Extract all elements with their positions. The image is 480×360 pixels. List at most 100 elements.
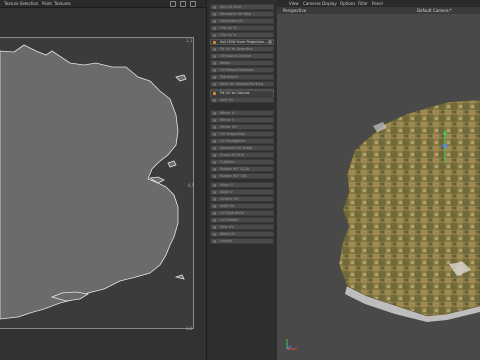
expand-icon[interactable] bbox=[190, 1, 196, 7]
command-button[interactable]: Cut/Join bbox=[210, 159, 274, 165]
command-button[interactable]: Sew UV bbox=[210, 224, 274, 230]
command-icon bbox=[213, 147, 216, 150]
command-button[interactable]: Flip UV H bbox=[210, 25, 274, 31]
uv-island-small-3 bbox=[175, 74, 187, 82]
command-button[interactable]: Pack UV Islands/Packing bbox=[210, 81, 274, 87]
command-button[interactable]: UV Snap/Align bbox=[210, 131, 274, 137]
command-button[interactable]: UV Flatten bbox=[210, 217, 274, 223]
command-icon bbox=[213, 76, 216, 79]
command-label: Relax bbox=[220, 61, 230, 65]
command-label: UV Flatten bbox=[220, 218, 239, 222]
command-label: UV Snap/Align bbox=[220, 132, 246, 136]
command-label: UV Straighten bbox=[220, 139, 246, 143]
command-button[interactable]: Unfold bbox=[210, 238, 274, 244]
command-icon bbox=[213, 112, 216, 115]
command-icon bbox=[213, 198, 216, 201]
command-label: Fit UV to Selection bbox=[220, 47, 253, 51]
command-icon bbox=[213, 140, 216, 143]
command-label: Fit UV to Canvas bbox=[220, 91, 250, 95]
command-icon bbox=[213, 161, 216, 164]
menu-paint[interactable]: Paint bbox=[42, 1, 52, 6]
terrain-top bbox=[338, 99, 480, 317]
menu-textures[interactable]: Textures bbox=[54, 1, 71, 6]
uv-island-main bbox=[0, 44, 179, 320]
command-icon bbox=[213, 154, 216, 157]
command-button[interactable]: Equalize UV Scale bbox=[210, 145, 274, 151]
command-label: Set UVW from Projection... bbox=[220, 40, 268, 44]
menu-texture-selection[interactable]: Texture Selection bbox=[4, 1, 38, 6]
menu-view[interactable]: View bbox=[289, 1, 299, 6]
command-button[interactable]: Transform bbox=[210, 74, 274, 80]
uv-island-map bbox=[0, 44, 187, 320]
command-label: Set UV Grid bbox=[220, 5, 241, 9]
uv-commands-panel: Set UV Grid Recreate UV Map Generate UV Fli… bbox=[206, 0, 278, 360]
command-button[interactable]: Split UV bbox=[210, 203, 274, 209]
command-icon bbox=[213, 6, 216, 9]
command-label: Mirror V bbox=[220, 118, 235, 122]
command-label: UV Relax/Optimize bbox=[220, 68, 254, 72]
command-button[interactable]: Rotate 90° CW bbox=[210, 173, 274, 179]
command-button[interactable]: Set UVW from Projection... bbox=[210, 39, 274, 45]
command-icon bbox=[213, 191, 216, 194]
command-label: Equalize UV Scale bbox=[220, 146, 253, 150]
command-icon bbox=[213, 212, 216, 215]
command-label: UV Island Outline bbox=[220, 54, 252, 58]
command-label: Rotate 90° CW bbox=[220, 174, 247, 178]
command-button[interactable]: UV Straighten bbox=[210, 138, 274, 144]
command-button[interactable]: Center UV bbox=[210, 196, 274, 202]
menu-cameras[interactable]: Cameras bbox=[303, 1, 321, 6]
command-button[interactable]: Recreate UV Map bbox=[210, 11, 274, 17]
command-icon bbox=[213, 240, 216, 243]
command-button[interactable]: Mirror U bbox=[210, 110, 274, 116]
command-button[interactable]: Snap UV Grid bbox=[210, 152, 274, 158]
command-icon bbox=[213, 48, 216, 51]
command-button[interactable]: Mirror UV bbox=[210, 124, 274, 130]
command-button[interactable]: Mirror V bbox=[210, 117, 274, 123]
command-label: Split UV bbox=[220, 204, 235, 208]
command-button[interactable]: Flip UV V bbox=[210, 32, 274, 38]
gizmo-z-handle bbox=[443, 144, 447, 148]
command-icon bbox=[213, 69, 216, 72]
command-button[interactable]: Fit UV to Selection bbox=[210, 46, 274, 52]
menu-panel[interactable]: Panel bbox=[372, 1, 383, 6]
command-button[interactable]: Generate UV bbox=[210, 18, 274, 24]
command-label: Cut/Join bbox=[220, 160, 234, 164]
3d-viewport[interactable]: View Cameras Display Options Filter Pane… bbox=[277, 0, 480, 360]
terrain-mesh-view bbox=[338, 99, 480, 322]
lock-icon[interactable] bbox=[180, 1, 186, 7]
command-button[interactable]: Set UV Grid bbox=[210, 4, 274, 10]
uv-editor-panel: Texture Selection Paint Textures 1,1 0,5… bbox=[0, 0, 206, 360]
command-button[interactable]: Sort UV bbox=[210, 97, 274, 103]
command-label: Weld UV bbox=[220, 232, 236, 236]
command-icon bbox=[213, 226, 216, 229]
command-button[interactable]: Align U bbox=[210, 182, 274, 188]
command-button[interactable]: Weld UV bbox=[210, 231, 274, 237]
uv-island-small-5 bbox=[174, 274, 185, 280]
command-icon bbox=[213, 184, 216, 187]
command-label: Snap UV Grid bbox=[220, 153, 244, 157]
command-label: Align U bbox=[220, 183, 233, 187]
gear-icon[interactable] bbox=[268, 40, 272, 44]
command-label: Generate UV bbox=[220, 19, 244, 23]
uv-menubar: Texture Selection Paint Textures bbox=[0, 0, 206, 8]
command-button[interactable]: UV Island Outline bbox=[210, 53, 274, 59]
command-icon bbox=[213, 83, 216, 86]
command-button[interactable]: Relax bbox=[210, 60, 274, 66]
frame-icon[interactable] bbox=[170, 1, 176, 7]
menu-filter[interactable]: Filter bbox=[358, 1, 368, 6]
viewport-camera-label[interactable]: Default Camera:* bbox=[417, 8, 452, 13]
command-icon bbox=[213, 233, 216, 236]
command-icon bbox=[213, 168, 216, 171]
menu-options[interactable]: Options bbox=[340, 1, 355, 6]
command-button[interactable]: UV Distribute bbox=[210, 210, 274, 216]
command-icon bbox=[213, 13, 216, 16]
menu-display[interactable]: Display bbox=[322, 1, 337, 6]
command-button[interactable]: UV Relax/Optimize bbox=[210, 67, 274, 73]
command-label: Sew UV bbox=[220, 225, 234, 229]
command-button[interactable]: Rotate 90° CCW bbox=[210, 166, 274, 172]
uv-toolbar bbox=[170, 0, 200, 7]
command-button[interactable]: Align V bbox=[210, 189, 274, 195]
viewport-menubar: View Cameras Display Options Filter Pane… bbox=[277, 0, 480, 7]
command-icon bbox=[213, 34, 216, 37]
command-icon bbox=[213, 119, 216, 122]
